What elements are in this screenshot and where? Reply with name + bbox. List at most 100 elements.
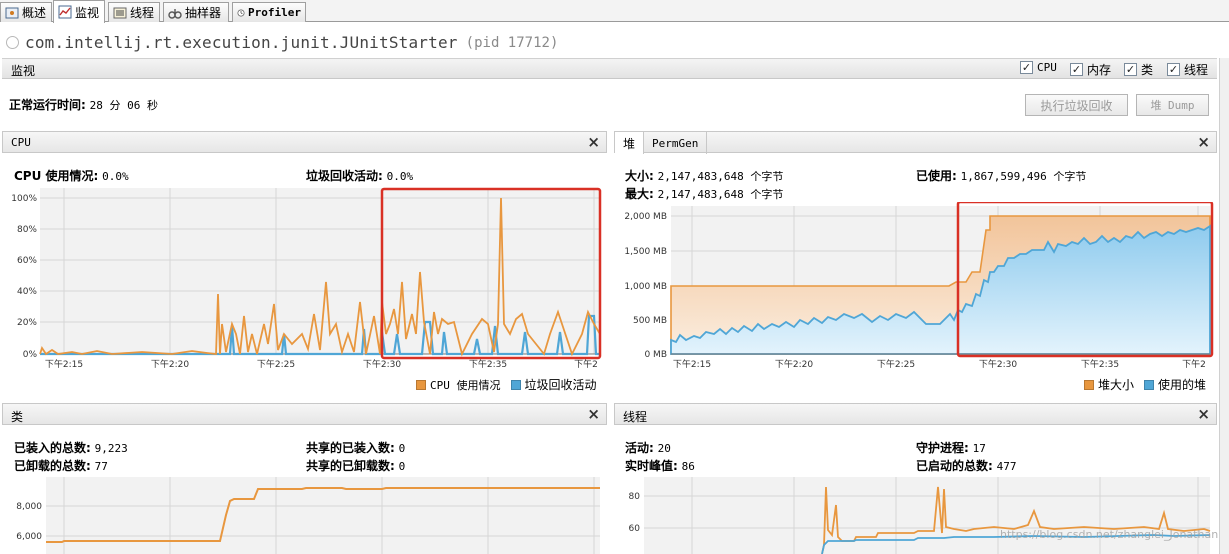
stat-value: 477 (996, 460, 1017, 473)
checkbox-checked-icon[interactable]: ✓ (1020, 61, 1033, 74)
tab-label: 线程 (130, 6, 155, 20)
tab-profiler[interactable]: Profiler (232, 2, 306, 22)
checkbox-threads[interactable]: ✓ 线程 (1167, 61, 1208, 78)
y-tick: 8,000 (16, 502, 42, 512)
peak-threads-stat: 实时峰值: 86 (625, 457, 695, 474)
tab-threads[interactable]: 线程 (108, 2, 160, 22)
chart-y-ticks: 80 60 (629, 492, 641, 534)
cpu-chart: 100% 80% 60% 40% 20% 0% 下午2:15 下午2:20 下午… (11, 187, 602, 369)
shared-loaded-stat: 共享的已装入数: 0 (306, 439, 405, 456)
cpu-panel: CPU × CPU 使用情况: 0.0% 垃圾回收活动: 0.0% 100% 8… (2, 131, 607, 396)
tab-label: Profiler (248, 6, 301, 19)
y-tick: 20% (17, 318, 37, 328)
stat-label: 垃圾回收活动: (306, 169, 383, 183)
checkbox-label: 内存 (1087, 63, 1112, 77)
checkbox-memory[interactable]: ✓ 内存 (1070, 61, 1111, 78)
close-icon[interactable]: × (1197, 405, 1210, 423)
chart-plot-area (644, 477, 1210, 554)
app-pid: (pid 17712) (465, 34, 559, 51)
y-tick: 2,000 MB (624, 212, 667, 222)
classes-chart: 8,000 6,000 (16, 477, 600, 554)
legend-label: CPU 使用情况 (430, 378, 501, 392)
heap-size-stat: 大小: 2,147,483,648 个字节 (625, 167, 783, 184)
y-tick: 60% (17, 256, 37, 266)
started-threads-stat: 已启动的总数: 477 (916, 457, 1017, 474)
gc-activity-stat: 垃圾回收活动: 0.0% (306, 167, 413, 184)
stat-label: 实时峰值: (625, 459, 678, 473)
legend-label: 使用的堆 (1158, 378, 1207, 392)
legend-item-used-heap: 使用的堆 (1144, 376, 1206, 393)
tab-label: 监视 (75, 5, 100, 20)
x-tick: 下午2:20 (775, 358, 813, 370)
chart-y-ticks: 100% 80% 60% 40% 20% 0% (11, 194, 37, 360)
stat-value: 20 (657, 442, 671, 455)
vertical-scrollbar[interactable] (1219, 58, 1229, 554)
checkbox-checked-icon[interactable]: ✓ (1070, 63, 1083, 76)
legend-swatch (510, 379, 521, 390)
chart-y-ticks: 8,000 6,000 (16, 502, 42, 542)
y-tick: 80% (17, 225, 37, 235)
heap-panel-header: 堆 PermGen × (614, 131, 1217, 154)
checkbox-checked-icon[interactable]: ✓ (1167, 63, 1180, 76)
x-tick: 下午2:15 (45, 358, 83, 369)
unloaded-classes-stat: 已卸载的总数: 77 (14, 457, 108, 474)
tab-heap[interactable]: 堆 (615, 132, 645, 154)
heap-panel: 堆 PermGen × 大小: 2,147,483,648 个字节 最大: 2,… (614, 131, 1217, 396)
chart-x-ticks: 下午2:15 下午2:20 下午2:25 下午2:30 下午2:35 下午2 (673, 358, 1206, 370)
heap-chart: 2,000 MB 1,500 MB 1,000 MB 500 MB 0 MB 下… (624, 202, 1214, 370)
uptime: 正常运行时间: 28 分 06 秒 (9, 96, 158, 113)
checkbox-label: 线程 (1184, 63, 1209, 77)
y-tick: 40% (17, 287, 37, 297)
y-tick: 60 (629, 524, 641, 534)
x-tick: 下午2:35 (469, 358, 507, 369)
x-tick: 下午2:25 (877, 358, 915, 370)
stat-label: CPU 使用情况: (14, 169, 99, 183)
stat-label: 共享的已卸载数: (306, 459, 395, 473)
application-title: com.intellij.rt.execution.junit.JUnitSta… (6, 33, 558, 52)
heap-max-stat: 最大: 2,147,483,648 个字节 (625, 185, 783, 202)
tab-monitor[interactable]: 监视 (53, 0, 105, 23)
checkbox-checked-icon[interactable]: ✓ (1124, 63, 1137, 76)
checkbox-label: 类 (1141, 63, 1154, 77)
live-threads-stat: 活动: 20 (625, 439, 671, 456)
close-icon[interactable]: × (587, 405, 600, 423)
classes-panel: 类 × 已装入的总数: 9,223 已卸载的总数: 77 共享的已装入数: 0 … (2, 403, 607, 554)
tab-label: 抽样器 (185, 6, 222, 20)
stat-label: 已使用: (916, 169, 957, 183)
checkbox-cpu[interactable]: ✓ CPU (1020, 61, 1057, 74)
legend-swatch (1144, 379, 1155, 390)
classes-panel-header: 类 × (2, 403, 607, 425)
tab-permgen[interactable]: PermGen (644, 132, 708, 154)
threads-chart: 80 60 (629, 477, 1211, 554)
panel-title: 线程 (623, 410, 648, 424)
x-tick: 下午2:15 (673, 358, 711, 370)
perform-gc-button[interactable]: 执行垃圾回收 (1025, 94, 1128, 116)
close-icon[interactable]: × (587, 133, 600, 151)
stat-value: 86 (681, 460, 695, 473)
close-icon[interactable]: × (1197, 133, 1210, 151)
stat-label: 大小: (625, 169, 654, 183)
stat-value: 1,867,599,496 个字节 (960, 170, 1087, 183)
tab-sampler[interactable]: 抽样器 (163, 2, 229, 22)
monitor-icon (58, 5, 72, 19)
checkbox-classes[interactable]: ✓ 类 (1124, 61, 1153, 78)
app-main-class: com.intellij.rt.execution.junit.JUnitSta… (25, 33, 458, 52)
legend-item-gc: 垃圾回收活动 (510, 376, 597, 393)
heap-dump-button[interactable]: 堆 Dump (1136, 94, 1209, 116)
tab-overview[interactable]: 概述 (0, 2, 52, 22)
threads-panel: 线程 × 活动: 20 实时峰值: 86 守护进程: 17 已启动的总数: 47… (614, 403, 1218, 554)
stat-value: 17 (972, 442, 986, 455)
uptime-label: 正常运行时间: (9, 98, 86, 112)
legend-label: 垃圾回收活动 (524, 378, 597, 392)
y-tick: 1,500 MB (624, 247, 667, 257)
stat-value: 2,147,483,648 个字节 (657, 188, 784, 201)
shared-unloaded-stat: 共享的已卸载数: 0 (306, 457, 405, 474)
stat-label: 活动: (625, 441, 654, 455)
cpu-chart-legend: CPU 使用情况 垃圾回收活动 (416, 376, 597, 393)
daemon-threads-stat: 守护进程: 17 (916, 439, 986, 456)
overview-icon (5, 7, 19, 18)
x-tick: 下午2:30 (979, 358, 1017, 370)
y-tick: 0% (23, 350, 38, 360)
panel-title: 类 (11, 410, 24, 424)
monitor-section-bar: 监视 ✓ CPU ✓ 内存 ✓ 类 ✓ 线程 (2, 58, 1217, 79)
